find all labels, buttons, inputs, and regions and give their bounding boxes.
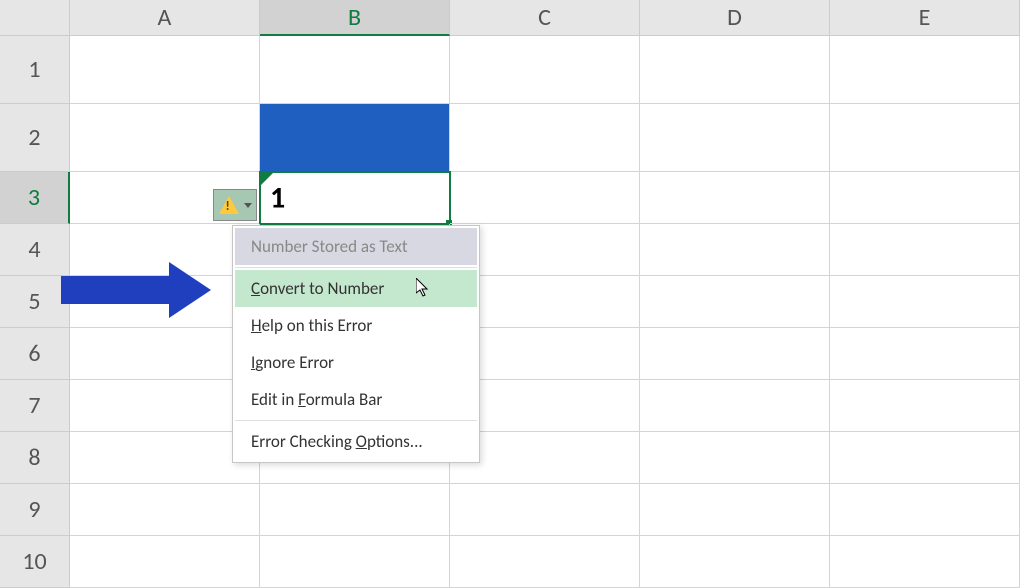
cell-E5[interactable]	[830, 276, 1020, 328]
col-header-C[interactable]: C	[450, 0, 640, 36]
row-header-10[interactable]: 10	[0, 536, 70, 588]
menu-help-on-error[interactable]: Help on this Error	[235, 307, 477, 344]
row-header-9[interactable]: 9	[0, 484, 70, 536]
cell-E6[interactable]	[830, 328, 1020, 380]
cell-B10[interactable]	[260, 536, 450, 588]
error-indicator-button[interactable]: !	[213, 189, 257, 221]
menu-edit-formula-bar[interactable]: Edit in Formula Bar	[235, 381, 477, 418]
cell-E8[interactable]	[830, 432, 1020, 484]
col-header-B[interactable]: B	[260, 0, 450, 36]
cell-D2[interactable]	[640, 104, 830, 172]
cell-E7[interactable]	[830, 380, 1020, 432]
cell-D10[interactable]	[640, 536, 830, 588]
cell-B3-value: 1	[270, 179, 285, 216]
cell-A9[interactable]	[70, 484, 260, 536]
cell-A10[interactable]	[70, 536, 260, 588]
cell-D4[interactable]	[640, 224, 830, 276]
warning-triangle-icon: !	[219, 196, 239, 214]
error-context-menu: Number Stored as Text Convert to Number …	[232, 225, 480, 463]
cell-D5[interactable]	[640, 276, 830, 328]
chevron-down-icon	[244, 203, 252, 208]
col-header-E[interactable]: E	[830, 0, 1020, 36]
cell-C10[interactable]	[450, 536, 640, 588]
cell-E9[interactable]	[830, 484, 1020, 536]
cell-B2[interactable]	[260, 104, 450, 172]
cell-E3[interactable]	[830, 172, 1020, 224]
cell-B9[interactable]	[260, 484, 450, 536]
error-menu-title: Number Stored as Text	[235, 228, 477, 265]
cell-A2[interactable]	[70, 104, 260, 172]
menu-convert-to-number[interactable]: Convert to Number	[235, 270, 477, 307]
row-header-1[interactable]: 1	[0, 36, 70, 104]
row-header-6[interactable]: 6	[0, 328, 70, 380]
cell-E2[interactable]	[830, 104, 1020, 172]
cell-B1[interactable]	[260, 36, 450, 104]
cell-D6[interactable]	[640, 328, 830, 380]
row-header-2[interactable]: 2	[0, 104, 70, 172]
cell-C3[interactable]	[450, 172, 640, 224]
cell-E1[interactable]	[830, 36, 1020, 104]
row-headers: 1 2 3 4 5 6 7 8 9 10	[0, 36, 70, 588]
cell-D3[interactable]	[640, 172, 830, 224]
callout-arrow-icon	[61, 262, 221, 318]
row-header-8[interactable]: 8	[0, 432, 70, 484]
row-header-7[interactable]: 7	[0, 380, 70, 432]
menu-separator	[235, 267, 477, 268]
row-header-3[interactable]: 3	[0, 172, 70, 224]
cell-A1[interactable]	[70, 36, 260, 104]
cell-C2[interactable]	[450, 104, 640, 172]
menu-separator	[235, 420, 477, 421]
menu-ignore-error[interactable]: Ignore Error	[235, 344, 477, 381]
row-header-5[interactable]: 5	[0, 276, 70, 328]
menu-error-checking-options[interactable]: Error Checking Options...	[235, 423, 477, 460]
cell-D1[interactable]	[640, 36, 830, 104]
col-header-D[interactable]: D	[640, 0, 830, 36]
cell-B3[interactable]: 1	[260, 172, 450, 224]
col-header-A[interactable]: A	[70, 0, 260, 36]
cell-D8[interactable]	[640, 432, 830, 484]
cell-E10[interactable]	[830, 536, 1020, 588]
cell-C9[interactable]	[450, 484, 640, 536]
cell-C1[interactable]	[450, 36, 640, 104]
row-header-4[interactable]: 4	[0, 224, 70, 276]
cell-D7[interactable]	[640, 380, 830, 432]
column-headers: A B C D E	[70, 0, 1020, 36]
select-all-corner[interactable]	[0, 0, 70, 36]
cell-D9[interactable]	[640, 484, 830, 536]
cell-E4[interactable]	[830, 224, 1020, 276]
mouse-cursor-icon	[416, 278, 430, 298]
